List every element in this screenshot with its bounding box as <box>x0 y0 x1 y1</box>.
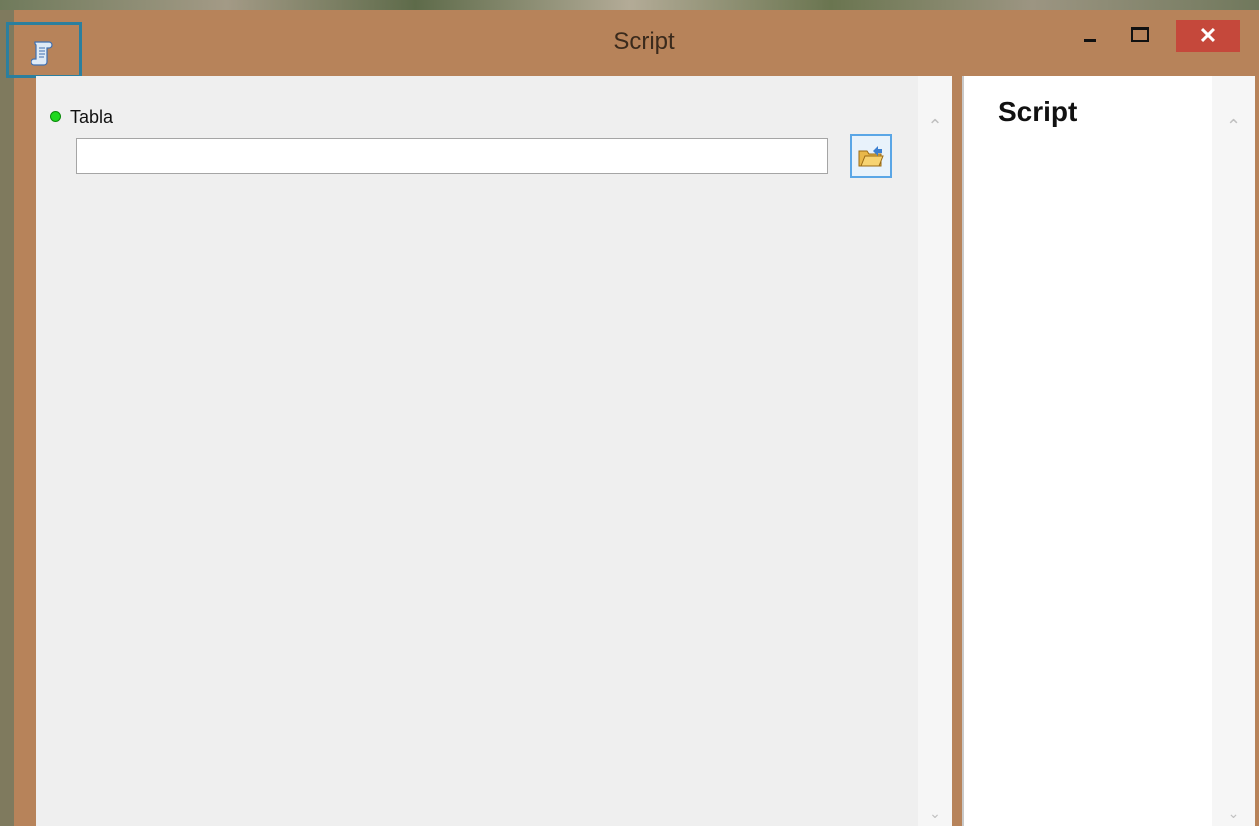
close-icon: ✕ <box>1198 23 1218 48</box>
tabla-input[interactable] <box>76 138 828 174</box>
panel-splitter[interactable] <box>952 76 962 826</box>
script-scroll-icon <box>31 41 53 66</box>
scroll-down-arrow-icon[interactable]: ⌄ <box>1212 806 1255 822</box>
scroll-up-arrow-icon[interactable]: ⌃ <box>918 116 952 137</box>
close-button[interactable]: ✕ <box>1176 20 1240 52</box>
maximize-icon <box>1131 26 1149 42</box>
window-title: Script <box>613 28 675 55</box>
scroll-up-arrow-icon[interactable]: ⌃ <box>1212 116 1255 137</box>
minimize-icon <box>1084 38 1096 42</box>
parameters-scrollbar[interactable]: ⌃ ⌄ <box>918 76 952 826</box>
scroll-down-arrow-icon[interactable]: ⌄ <box>918 806 952 822</box>
required-indicator-icon <box>50 111 61 122</box>
help-title: Script <box>998 96 1078 127</box>
app-icon-highlight[interactable] <box>6 22 82 78</box>
browse-button[interactable] <box>850 134 892 178</box>
title-bar[interactable]: Script ✕ <box>6 10 1259 78</box>
open-folder-icon <box>858 146 884 167</box>
parameters-panel <box>36 76 918 826</box>
desktop-background <box>0 0 1259 10</box>
tabla-label: Tabla <box>70 107 114 127</box>
help-panel <box>962 76 1212 826</box>
help-scrollbar[interactable]: ⌃ ⌄ <box>1212 76 1255 826</box>
maximize-button[interactable] <box>1120 18 1160 50</box>
script-tool-window: Script ✕ ⌃ ⌄ ⌃ ⌄ Tabla Script <box>6 10 1259 826</box>
minimize-button[interactable] <box>1070 18 1110 50</box>
